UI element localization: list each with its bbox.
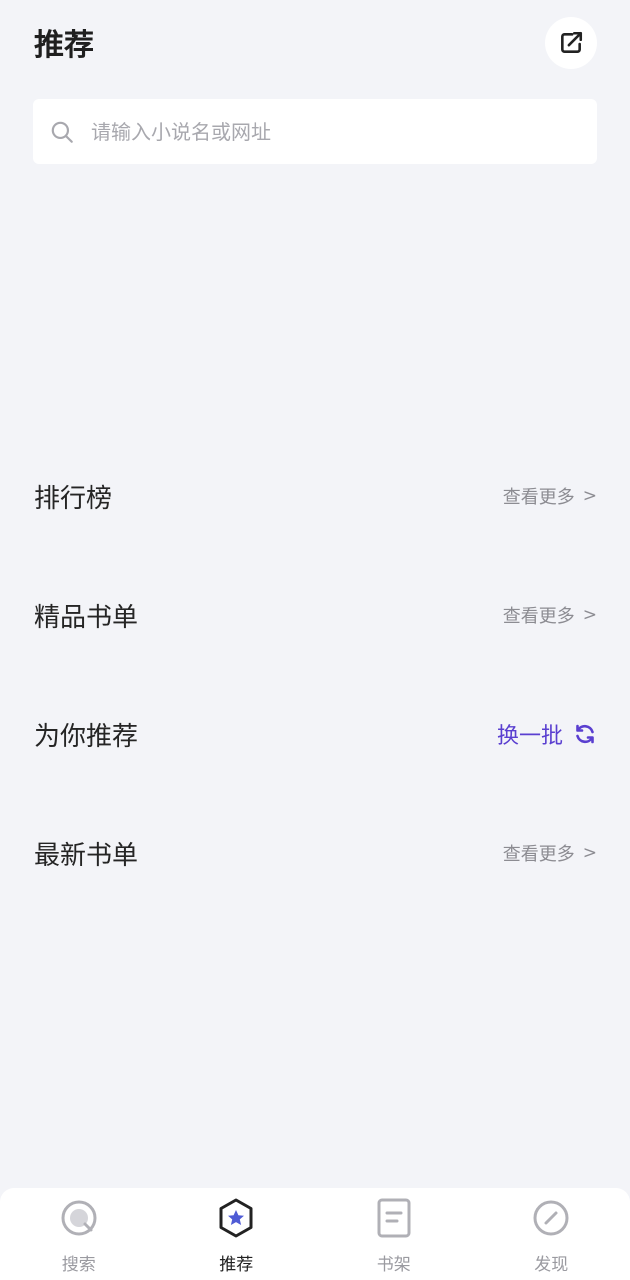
chevron-right-icon: > [582, 843, 597, 863]
tab-recommend[interactable]: 推荐 [158, 1188, 316, 1280]
view-more-label: 查看更多 [502, 844, 575, 865]
section-title: 为你推荐 [34, 721, 139, 752]
section-title: 排行榜 [34, 483, 113, 514]
section-ranking: 排行榜 查看更多 > [34, 474, 597, 518]
view-more-link[interactable]: 查看更多 > [503, 602, 597, 628]
page-title: 推荐 [34, 28, 94, 63]
compass-icon [531, 1198, 571, 1238]
search-bar[interactable] [33, 99, 597, 164]
tab-bookshelf[interactable]: 书架 [315, 1188, 473, 1280]
tab-label: 搜索 [61, 1255, 96, 1275]
section-title: 精品书单 [34, 602, 139, 633]
refresh-batch-button[interactable]: 换一批 [497, 718, 597, 750]
chevron-right-icon: > [582, 486, 597, 506]
refresh-icon [576, 724, 594, 744]
view-more-label: 查看更多 [502, 487, 575, 508]
search-icon [51, 121, 73, 143]
search-input[interactable] [89, 118, 573, 145]
tab-label: 书架 [376, 1255, 411, 1275]
section-recommended-for-you: 为你推荐 换一批 [34, 712, 597, 756]
tab-label: 推荐 [219, 1255, 254, 1275]
view-more-link[interactable]: 查看更多 > [503, 840, 597, 866]
section-title: 最新书单 [34, 840, 139, 871]
section-latest-booklists: 最新书单 查看更多 > [34, 831, 597, 875]
share-button[interactable] [545, 17, 597, 69]
search-icon [59, 1198, 99, 1238]
view-more-link[interactable]: 查看更多 > [503, 483, 597, 509]
tab-search[interactable]: 搜索 [0, 1188, 158, 1280]
share-icon [561, 31, 583, 53]
book-icon [374, 1198, 414, 1238]
header: 推荐 [0, 0, 630, 90]
refresh-batch-label: 换一批 [496, 724, 563, 749]
chevron-right-icon: > [582, 605, 597, 625]
view-more-label: 查看更多 [502, 606, 575, 627]
bottom-tab-bar: 搜索 推荐 书架 发现 [0, 1188, 630, 1280]
tab-label: 发现 [534, 1255, 569, 1275]
section-featured-booklists: 精品书单 查看更多 > [34, 593, 597, 637]
tab-discover[interactable]: 发现 [473, 1188, 630, 1280]
star-hexagon-icon [216, 1198, 256, 1238]
